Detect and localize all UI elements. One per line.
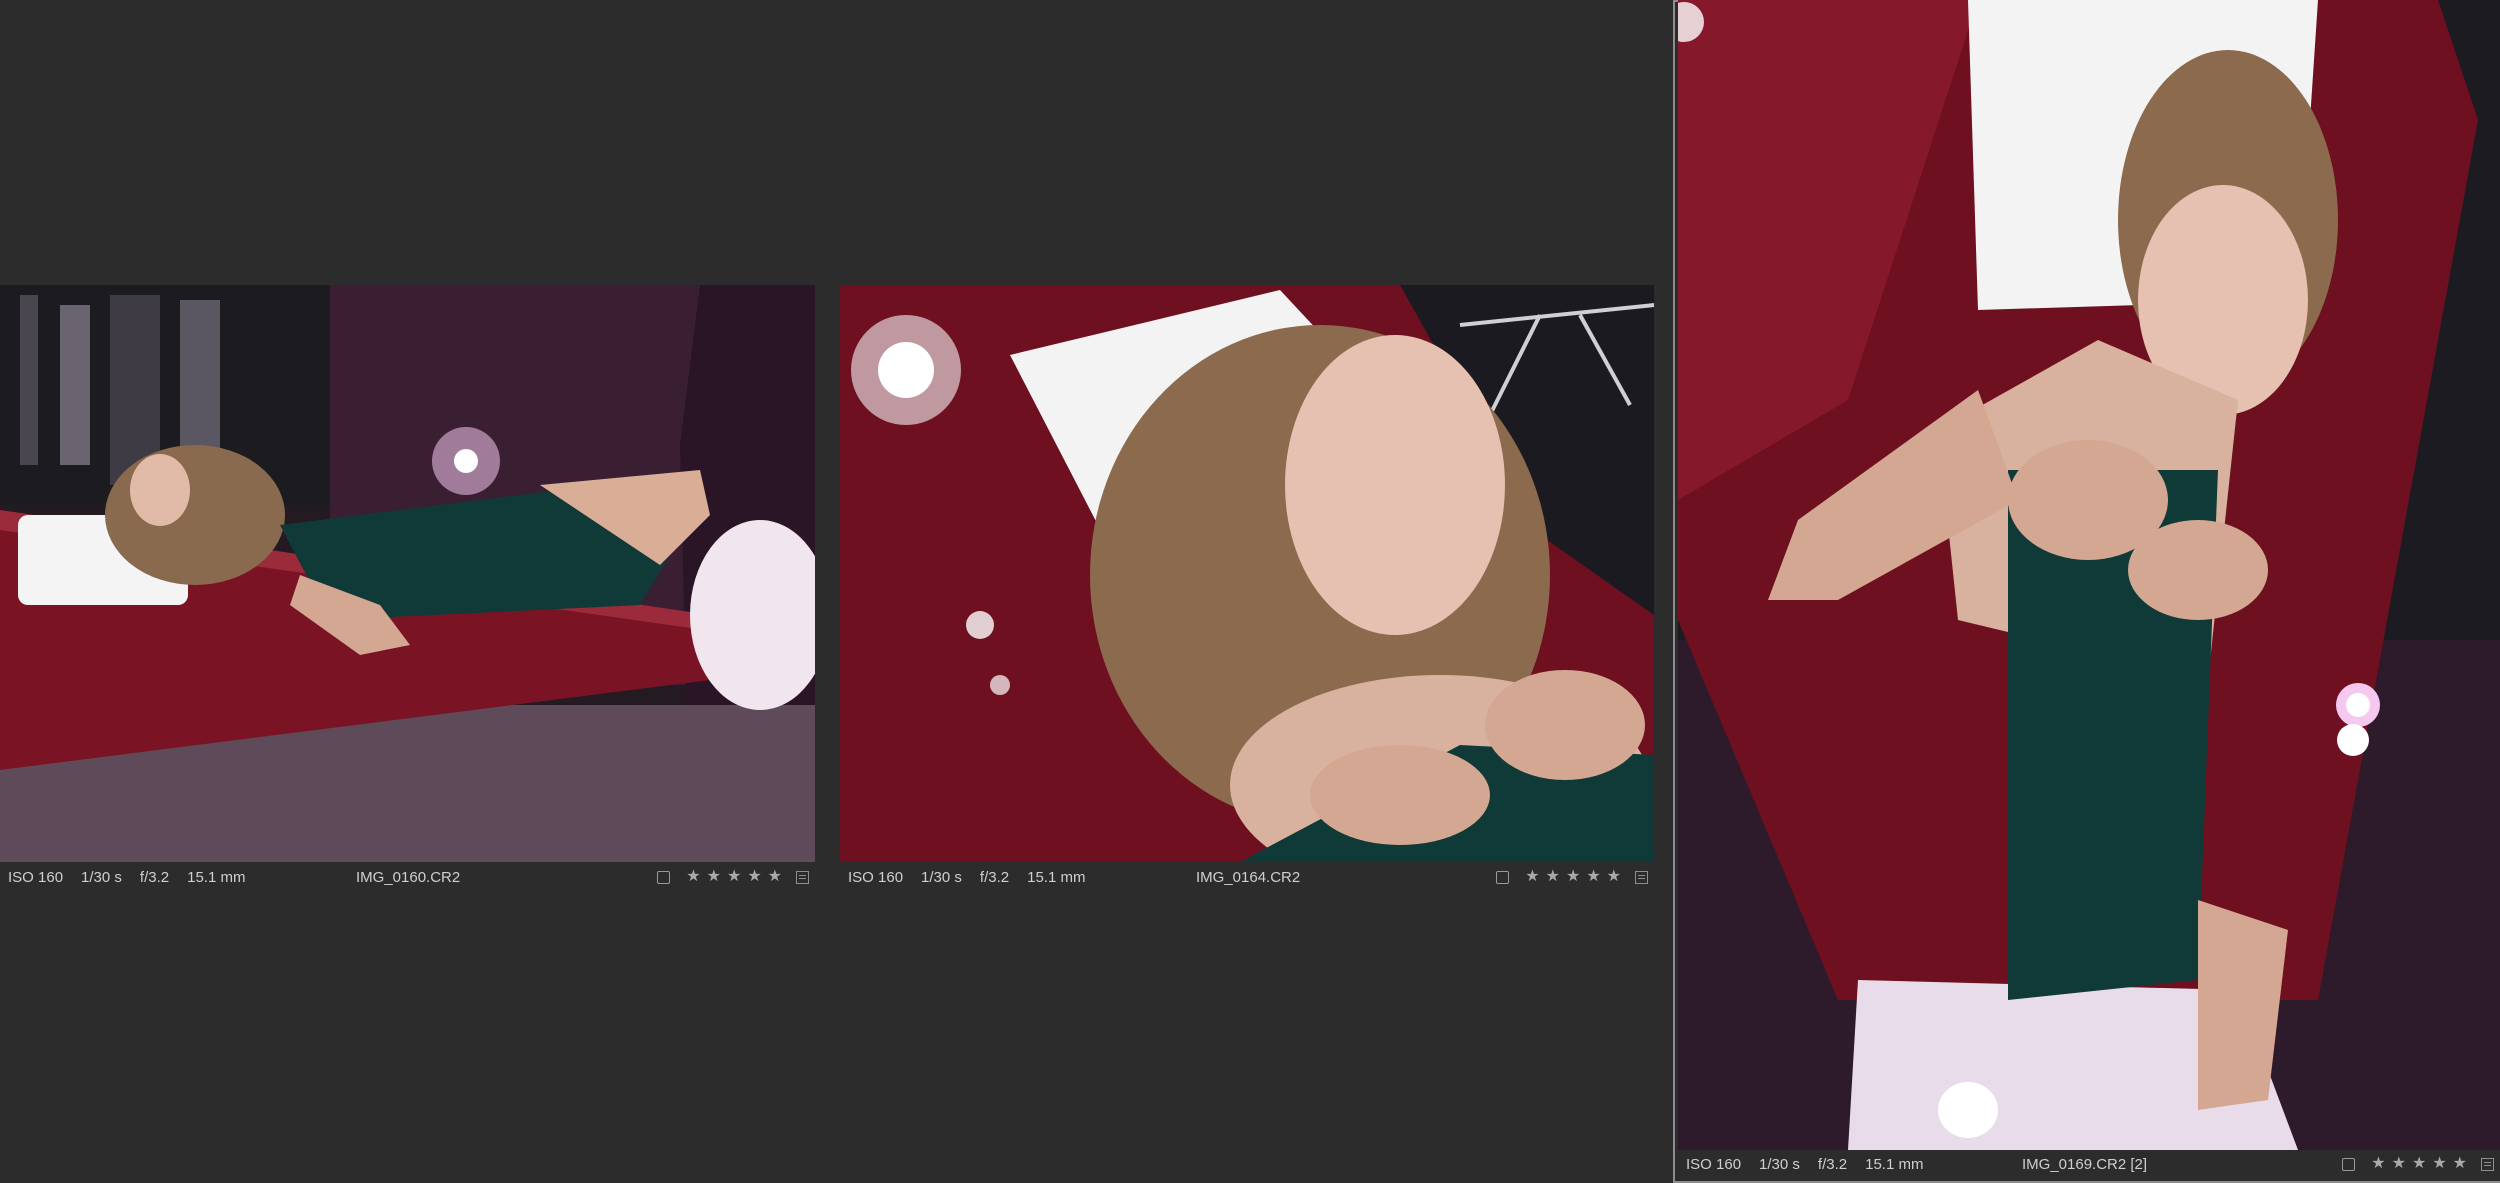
info-bar-2: ISO 160 1/30 s f/3.2 15.1 mm IMG_0164.CR…: [848, 864, 1654, 890]
photo-img-0164-graphic: [840, 285, 1654, 862]
photo-img-0164[interactable]: [840, 285, 1654, 862]
filename: IMG_0164.CR2: [1196, 868, 1301, 886]
iso-value: ISO 160: [1686, 1155, 1742, 1173]
aperture-value: f/3.2: [139, 868, 170, 886]
select-checkbox[interactable]: [2342, 1157, 2356, 1171]
star-rating-4[interactable]: ★: [747, 869, 761, 885]
focal-length-value: 15.1 mm: [1027, 868, 1086, 886]
aperture-value: f/3.2: [979, 868, 1010, 886]
star-rating-4[interactable]: ★: [2432, 1156, 2446, 1172]
star-rating-2[interactable]: ★: [707, 869, 721, 885]
focal-length-value: 15.1 mm: [1865, 1155, 1924, 1173]
star-rating-5[interactable]: ★: [768, 869, 782, 885]
photo-img-0160-graphic: [0, 285, 815, 862]
shutter-value: 1/30 s: [1759, 1155, 1800, 1173]
info-bar-3: ISO 160 1/30 s f/3.2 15.1 mm IMG_0169.CR…: [1686, 1151, 2500, 1177]
focal-length-value: 15.1 mm: [187, 868, 246, 886]
shutter-value: 1/30 s: [921, 868, 962, 886]
color-tag-icon[interactable]: [796, 870, 809, 884]
star-rating-5[interactable]: ★: [1607, 869, 1621, 885]
select-checkbox[interactable]: [657, 870, 671, 884]
star-rating-3[interactable]: ★: [1566, 869, 1580, 885]
color-tag-icon[interactable]: [1635, 870, 1648, 884]
star-rating-2[interactable]: ★: [2392, 1156, 2406, 1172]
select-checkbox[interactable]: [1496, 870, 1510, 884]
star-rating-1[interactable]: ★: [2371, 1156, 2385, 1172]
star-rating-3[interactable]: ★: [727, 869, 741, 885]
aperture-value: f/3.2: [1817, 1155, 1848, 1173]
star-rating-2[interactable]: ★: [1546, 869, 1560, 885]
filename: IMG_0169.CR2 [2]: [2022, 1155, 2148, 1173]
star-rating-1[interactable]: ★: [1525, 869, 1539, 885]
photo-img-0169[interactable]: [1678, 0, 2500, 1150]
star-rating-1[interactable]: ★: [686, 869, 700, 885]
iso-value: ISO 160: [848, 868, 904, 886]
filename: IMG_0160.CR2: [356, 868, 461, 886]
shutter-value: 1/30 s: [81, 868, 122, 886]
star-rating-5[interactable]: ★: [2453, 1156, 2467, 1172]
star-rating-4[interactable]: ★: [1586, 869, 1600, 885]
photo-img-0169-graphic: [1678, 0, 2500, 1150]
color-tag-icon[interactable]: [2481, 1157, 2494, 1171]
star-rating-3[interactable]: ★: [2412, 1156, 2426, 1172]
iso-value: ISO 160: [8, 868, 64, 886]
info-bar-1: ISO 160 1/30 s f/3.2 15.1 mm IMG_0160.CR…: [8, 864, 815, 890]
photo-img-0160[interactable]: [0, 285, 815, 862]
